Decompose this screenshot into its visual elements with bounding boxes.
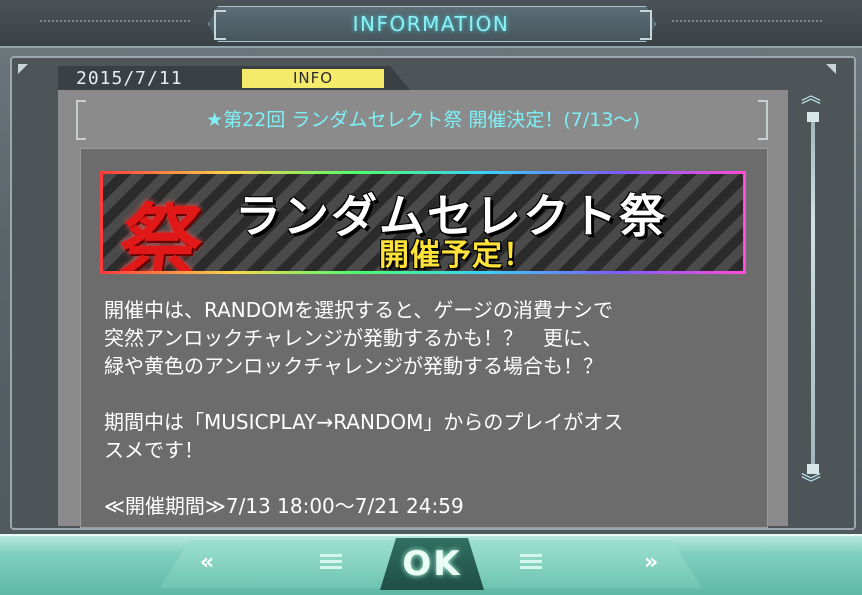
article-paragraph-1: 開催中は、RANDOMを選択すると、ゲージの消費ナシで 突然アンロックチャレンジ… <box>104 298 613 378</box>
scroll-thumb[interactable] <box>807 112 819 122</box>
article-text: 開催中は、RANDOMを選択すると、ゲージの消費ナシで 突然アンロックチャレンジ… <box>104 296 754 520</box>
next-arrow-icon[interactable]: » <box>644 550 658 575</box>
event-period: ≪開催期間≫7/13 18:00～7/21 24:59 <box>104 494 464 518</box>
scroll-down-icon[interactable]: ︾ <box>801 473 821 493</box>
post-date: 2015/7/11 <box>76 68 183 89</box>
grip-icon-right <box>520 554 542 572</box>
event-banner: 祭 ランダムセレクト祭 開催予定！ <box>100 171 746 274</box>
scroll-up-icon[interactable]: ︽ <box>801 85 821 105</box>
scroll-track[interactable] <box>811 118 815 470</box>
scrollbar[interactable]: ︽ ︾ <box>796 85 830 500</box>
ok-button[interactable]: OK <box>380 538 484 590</box>
prev-arrow-icon[interactable]: « <box>200 550 214 575</box>
grip-icon-left <box>320 554 342 572</box>
banner-kanji: 祭 <box>113 195 209 274</box>
dialog-title: INFORMATION <box>352 12 510 36</box>
article-paragraph-2: 期間中は「MUSICPLAY→RANDOM」からのプレイがオス スメです！ <box>104 410 624 462</box>
category-badge: INFO <box>242 69 384 88</box>
banner-subtitle: 開催予定！ <box>379 238 534 273</box>
post-headline: ★第22回 ランダムセレクト祭 開催決定！(7/13～) <box>206 109 640 131</box>
corner-marker-right <box>826 64 836 74</box>
corner-marker-left <box>18 64 28 74</box>
